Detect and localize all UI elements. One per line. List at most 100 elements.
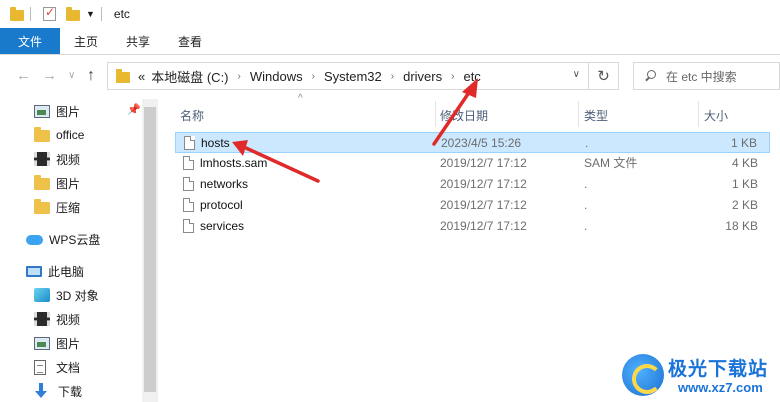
sidebar-item-label: 压缩 bbox=[56, 200, 81, 215]
sidebar-item-this-pc[interactable]: 此电脑 bbox=[26, 259, 84, 283]
watermark-title: 极光下载站 bbox=[668, 359, 769, 380]
file-icon bbox=[183, 219, 194, 233]
pin-icon[interactable]: 📌 bbox=[127, 103, 141, 116]
file-date: 2023/4/5 15:26 bbox=[441, 136, 522, 150]
chevron-right-icon[interactable]: › bbox=[451, 71, 454, 82]
folder-icon[interactable] bbox=[10, 6, 24, 21]
address-bar[interactable]: « 本地磁盘 (C:) › Windows › System32 › drive… bbox=[107, 62, 589, 90]
sidebar-item-documents[interactable]: 文档 bbox=[34, 355, 80, 379]
file-row-lmhosts[interactable]: lmhosts.sam 2019/12/7 17:12 SAM 文件 4 KB bbox=[175, 153, 770, 174]
file-type: . bbox=[584, 219, 588, 233]
up-arrow-icon[interactable]: ↑ bbox=[87, 67, 95, 85]
chevron-right-icon[interactable]: › bbox=[391, 71, 394, 82]
sidebar-item-compressed[interactable]: 压缩 bbox=[34, 195, 80, 219]
properties-icon[interactable] bbox=[43, 5, 56, 21]
sidebar-item-label: office bbox=[56, 128, 85, 142]
navigation-pane: 图片 📌 office 视频 图片 压缩 WPS云盘 此电脑 3D 对象 视频 … bbox=[0, 99, 158, 402]
file-date: 2019/12/7 17:12 bbox=[440, 219, 527, 233]
file-type: . bbox=[585, 136, 589, 150]
sidebar-item-videos-pc[interactable]: 视频 bbox=[34, 307, 80, 331]
document-icon bbox=[34, 359, 46, 375]
refresh-icon: ↻ bbox=[597, 68, 610, 85]
customize-toolbar-icon[interactable]: ▼ bbox=[86, 9, 95, 19]
file-name: services bbox=[200, 219, 245, 233]
breadcrumb-local-disk[interactable]: 本地磁盘 (C:) bbox=[151, 67, 228, 86]
chevron-right-icon[interactable]: › bbox=[238, 71, 241, 82]
refresh-button[interactable]: ↻ bbox=[589, 62, 619, 90]
sidebar-item-pictures[interactable]: 图片 bbox=[34, 99, 80, 123]
forward-arrow-icon[interactable]: → bbox=[42, 67, 57, 84]
file-icon bbox=[183, 156, 194, 170]
tab-home[interactable]: 主页 bbox=[60, 28, 112, 54]
download-icon bbox=[34, 383, 48, 399]
column-header-size[interactable]: 大小 bbox=[686, 103, 766, 127]
file-size: 1 KB bbox=[730, 136, 757, 150]
folder-icon bbox=[34, 199, 50, 214]
video-icon bbox=[34, 312, 50, 326]
picture-icon bbox=[34, 104, 50, 118]
column-header-type[interactable]: 类型 bbox=[566, 103, 686, 127]
file-type: SAM 文件 bbox=[584, 156, 638, 170]
sidebar-item-downloads[interactable]: 下载 bbox=[34, 379, 82, 402]
file-size: 2 KB bbox=[731, 198, 758, 212]
file-icon bbox=[183, 177, 194, 191]
sidebar-item-office[interactable]: office bbox=[34, 123, 84, 147]
folder-icon bbox=[116, 68, 130, 83]
title-bar: ▼ etc bbox=[0, 0, 780, 28]
file-size: 18 KB bbox=[725, 219, 758, 233]
file-row-hosts[interactable]: hosts 2023/4/5 15:26 . 1 KB bbox=[175, 132, 770, 153]
folder-icon bbox=[34, 175, 50, 190]
ribbon-tabs: 文件 主页 共享 查看 bbox=[0, 28, 780, 55]
sidebar-item-label: 图片 bbox=[56, 104, 81, 119]
sidebar-item-label: 3D 对象 bbox=[56, 288, 99, 303]
tab-file[interactable]: 文件 bbox=[0, 28, 61, 54]
file-date: 2019/12/7 17:12 bbox=[440, 177, 527, 191]
breadcrumb-system32[interactable]: System32 bbox=[324, 69, 382, 84]
sidebar-item-label: WPS云盘 bbox=[49, 232, 101, 247]
file-icon bbox=[184, 136, 195, 150]
sidebar-item-label: 图片 bbox=[56, 176, 81, 191]
file-name: protocol bbox=[200, 198, 243, 212]
file-date: 2019/12/7 17:12 bbox=[440, 156, 527, 170]
file-size: 1 KB bbox=[731, 177, 758, 191]
file-date: 2019/12/7 17:12 bbox=[440, 198, 527, 212]
video-icon bbox=[34, 152, 50, 166]
picture-icon bbox=[34, 336, 50, 350]
breadcrumb-etc[interactable]: etc bbox=[463, 69, 480, 84]
navigation-bar: ← → ∨ ↑ « 本地磁盘 (C:) › Windows › System32… bbox=[0, 55, 780, 99]
file-row-protocol[interactable]: protocol 2019/12/7 17:12 . 2 KB bbox=[175, 195, 770, 216]
chevron-down-icon[interactable]: ∨ bbox=[573, 69, 580, 80]
sidebar-item-pictures-pc[interactable]: 图片 bbox=[34, 331, 80, 355]
sidebar-item-wps-cloud[interactable]: WPS云盘 bbox=[26, 227, 100, 251]
watermark: 极光下载站 www.xz7.com bbox=[622, 352, 780, 402]
file-type: . bbox=[584, 177, 588, 191]
search-input[interactable]: 在 etc 中搜索 bbox=[633, 62, 780, 90]
sidebar-item-videos[interactable]: 视频 bbox=[34, 147, 80, 171]
column-header-name[interactable]: 名称 bbox=[162, 103, 435, 127]
divider bbox=[100, 7, 102, 21]
scrollbar-thumb[interactable] bbox=[144, 107, 156, 392]
breadcrumb-drivers[interactable]: drivers bbox=[403, 69, 442, 84]
column-header-date[interactable]: 修改日期 bbox=[422, 103, 567, 127]
watermark-url: www.xz7.com bbox=[678, 380, 763, 395]
new-folder-icon[interactable] bbox=[66, 6, 80, 21]
chevron-right-icon[interactable]: › bbox=[312, 71, 315, 82]
file-name: lmhosts.sam bbox=[200, 156, 268, 170]
sidebar-item-label: 文档 bbox=[56, 360, 81, 375]
cloud-icon bbox=[26, 235, 43, 245]
file-row-services[interactable]: services 2019/12/7 17:12 . 18 KB bbox=[175, 216, 770, 237]
tab-share[interactable]: 共享 bbox=[112, 28, 164, 54]
file-name: networks bbox=[200, 177, 249, 191]
breadcrumb-overflow[interactable]: « bbox=[138, 69, 145, 84]
watermark-logo-icon bbox=[622, 354, 664, 396]
sidebar-item-label: 视频 bbox=[56, 312, 81, 327]
recent-locations-icon[interactable]: ∨ bbox=[68, 70, 75, 81]
file-row-networks[interactable]: networks 2019/12/7 17:12 . 1 KB bbox=[175, 174, 770, 195]
sidebar-item-label: 图片 bbox=[56, 336, 81, 351]
breadcrumb-windows[interactable]: Windows bbox=[250, 69, 303, 84]
back-arrow-icon[interactable]: ← bbox=[16, 67, 31, 84]
sidebar-item-label: 视频 bbox=[56, 152, 81, 167]
sidebar-item-3d-objects[interactable]: 3D 对象 bbox=[34, 283, 99, 307]
sidebar-item-pictures-folder[interactable]: 图片 bbox=[34, 171, 80, 195]
tab-view[interactable]: 查看 bbox=[164, 28, 216, 54]
